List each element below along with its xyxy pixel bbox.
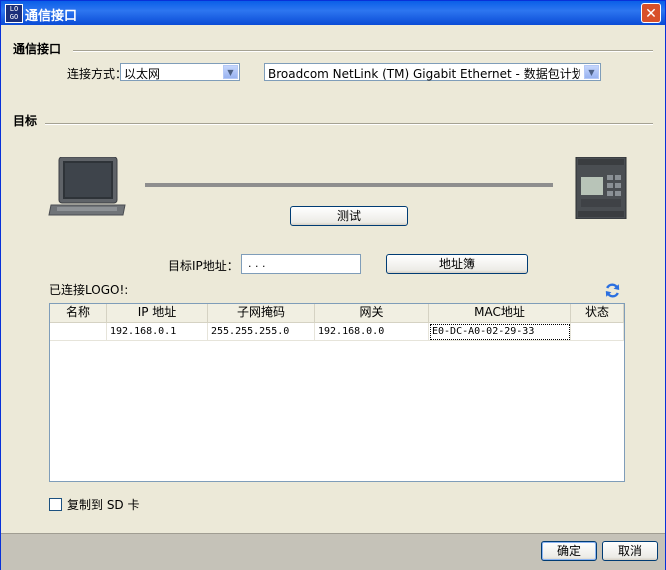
column-header-status[interactable]: 状态	[571, 304, 624, 322]
button-bar: 确定 取消	[1, 533, 665, 570]
target-section-title: 目标	[13, 114, 38, 128]
ok-button[interactable]: 确定	[541, 541, 597, 561]
copy-sd-label: 复制到 SD 卡	[67, 498, 140, 512]
window-title: 通信接口	[25, 9, 78, 24]
column-header-mac[interactable]: MAC地址	[429, 304, 571, 322]
target-section-divider	[45, 123, 653, 125]
refresh-icon[interactable]	[604, 282, 621, 299]
cell-subnet: 255.255.255.0	[208, 323, 315, 341]
cell-status	[571, 323, 624, 341]
column-header-subnet[interactable]: 子网掩码	[208, 304, 315, 322]
column-header-ip[interactable]: IP 地址	[107, 304, 208, 322]
test-button[interactable]: 测试	[290, 206, 408, 226]
close-icon: ✕	[645, 6, 657, 22]
laptop-icon	[48, 157, 126, 216]
connection-type-value: 以太网	[124, 67, 161, 81]
target-ip-input[interactable]: . . .	[241, 254, 361, 274]
dropdown-arrow-icon[interactable]: ▼	[584, 65, 599, 79]
connection-line	[145, 183, 553, 187]
cell-name	[50, 323, 107, 341]
connection-type-label: 连接方式：	[67, 67, 128, 81]
table-header: 名称 IP 地址 子网掩码 网关 MAC地址 状态	[50, 304, 624, 323]
connection-type-select[interactable]: 以太网 ▼	[120, 63, 240, 81]
close-button[interactable]: ✕	[641, 3, 661, 23]
cell-mac: E0-DC-A0-02-29-33	[429, 323, 571, 341]
copy-sd-checkbox[interactable]	[49, 498, 62, 511]
address-book-button[interactable]: 地址簿	[386, 254, 528, 274]
column-header-gateway[interactable]: 网关	[315, 304, 429, 322]
interface-section-title: 通信接口	[13, 42, 62, 56]
logo-app-icon: LO GO	[5, 4, 23, 23]
connected-logo-label: 已连接LOGO!:	[49, 283, 129, 297]
interface-section-divider	[73, 50, 653, 52]
cancel-button[interactable]: 取消	[602, 541, 658, 561]
dropdown-arrow-icon[interactable]: ▼	[223, 65, 238, 79]
network-adapter-select[interactable]: Broadcom NetLink (TM) Gigabit Ethernet -…	[264, 63, 601, 81]
title-bar: LO GO 通信接口 ✕	[1, 1, 665, 25]
logo-plc-icon	[575, 157, 627, 219]
cell-ip: 192.168.0.1	[107, 323, 208, 341]
target-ip-label: 目标IP地址：	[168, 259, 239, 273]
connected-logo-table[interactable]: 名称 IP 地址 子网掩码 网关 MAC地址 状态 192.168.0.1 25…	[49, 303, 625, 482]
cell-gateway: 192.168.0.0	[315, 323, 429, 341]
dialog-window: LO GO 通信接口 ✕ 通信接口 连接方式： 以太网 ▼ Broadcom Ne…	[0, 0, 666, 570]
column-header-name[interactable]: 名称	[50, 304, 107, 322]
network-adapter-value: Broadcom NetLink (TM) Gigabit Ethernet -…	[268, 67, 580, 81]
